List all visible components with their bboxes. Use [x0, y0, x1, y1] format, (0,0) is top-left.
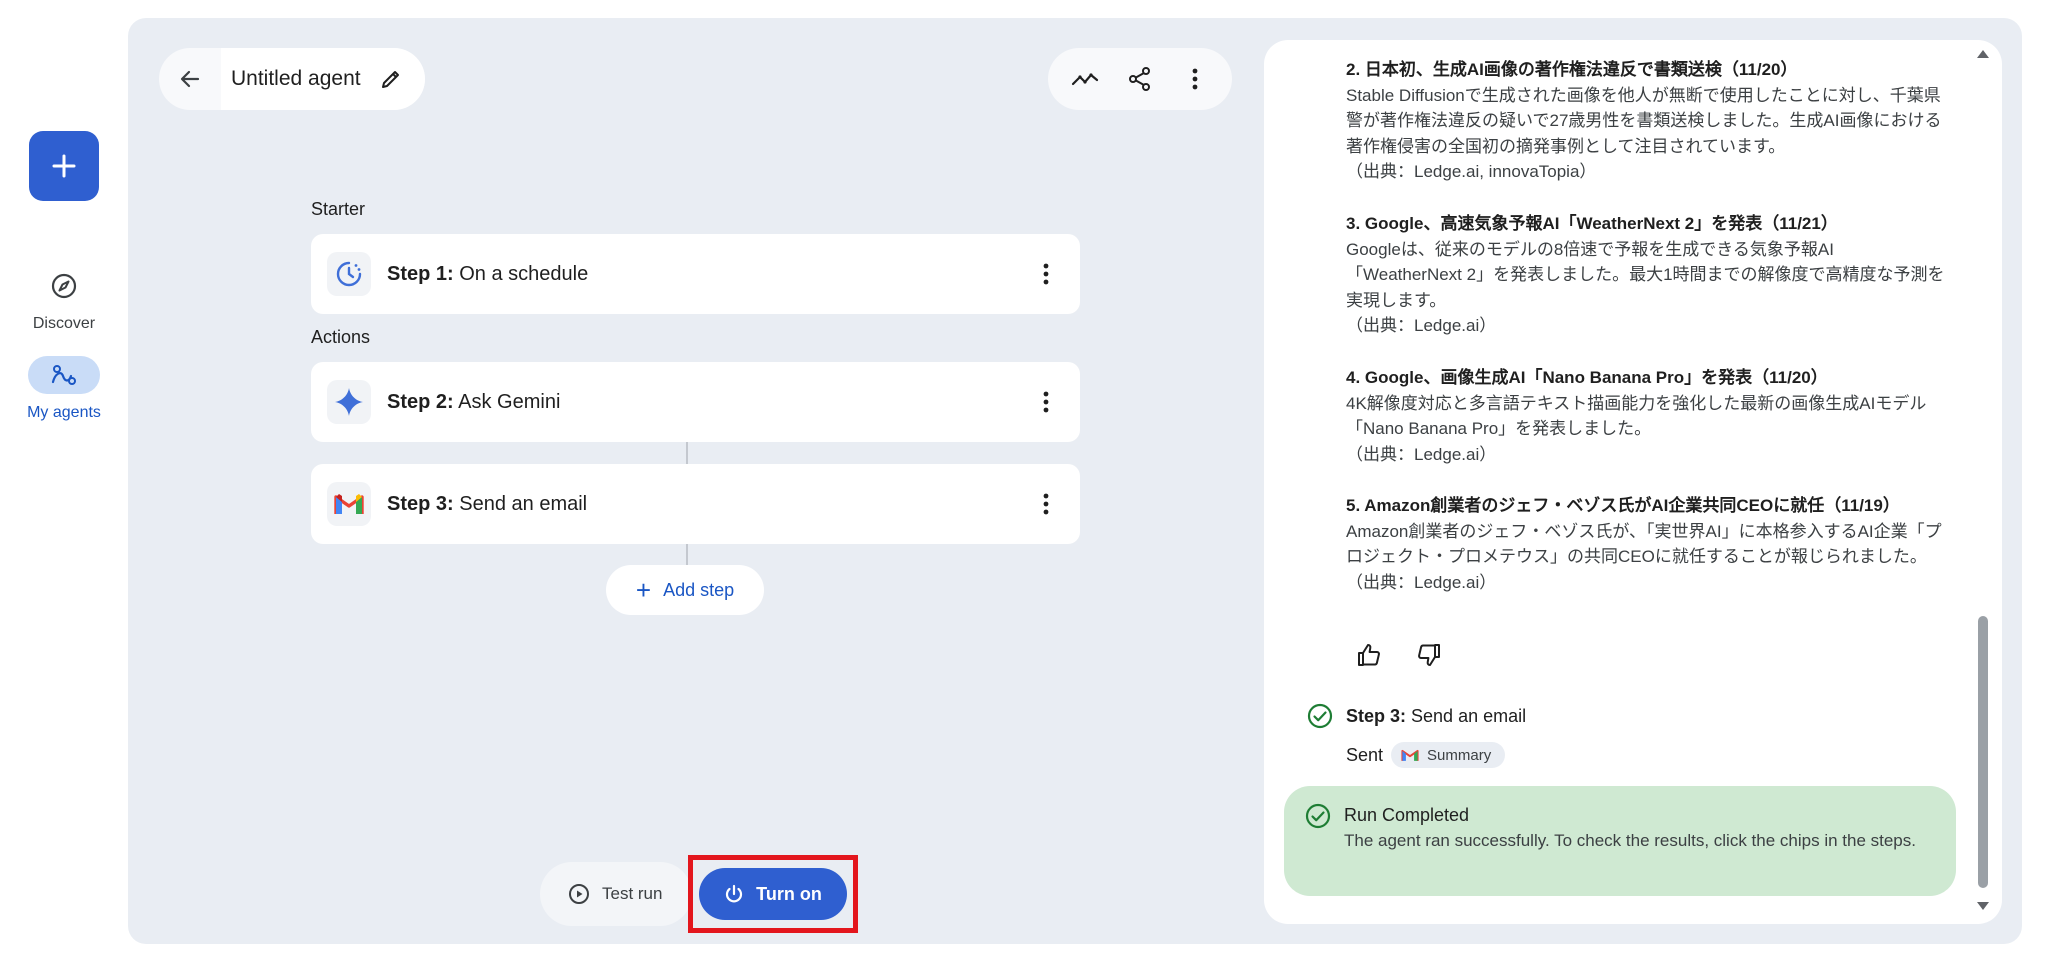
- title-bar: Untitled agent: [159, 48, 425, 110]
- turn-on-button[interactable]: Turn on: [699, 868, 847, 920]
- more-vert-icon: [1192, 68, 1198, 90]
- news-item: 5. Amazon創業者のジェフ・ベゾス氏がAI企業共同CEOに就任（11/19…: [1346, 493, 1946, 595]
- starter-label: Starter: [311, 199, 366, 219]
- panel-scrollbar[interactable]: [1976, 50, 1990, 910]
- actions-label: Actions: [311, 327, 371, 347]
- news-source: （出典：Ledge.ai）: [1346, 444, 1497, 464]
- activity-button[interactable]: [1063, 57, 1107, 101]
- step-1-more-button[interactable]: [1028, 256, 1064, 292]
- share-button[interactable]: [1118, 57, 1162, 101]
- run-controls: Test run: [540, 862, 693, 926]
- pencil-icon[interactable]: [379, 67, 403, 91]
- gmail-icon: [327, 482, 371, 526]
- step-card-ask-gemini[interactable]: Step 2: Ask Gemini: [311, 362, 1080, 442]
- thumbs-up-icon: [1358, 644, 1380, 666]
- step-2-more-button[interactable]: [1028, 384, 1064, 420]
- turn-on-highlight: Turn on: [688, 855, 858, 933]
- run-completed-title: Run Completed: [1344, 805, 1470, 825]
- news-item: 2. 日本初、生成AI画像の著作権法違反で書類送検（11/20） Stable …: [1346, 57, 1946, 185]
- gemini-sparkle-icon: [327, 380, 371, 424]
- play-circle-icon: [569, 884, 589, 904]
- scroll-down-arrow-icon[interactable]: [1977, 902, 1989, 910]
- agent-title-field[interactable]: Untitled agent: [221, 48, 425, 110]
- news-body: Stable Diffusionで生成された画像を他人が無断で使用したことに対し…: [1346, 85, 1942, 156]
- test-run-label: Test run: [602, 884, 663, 903]
- step-connector: [686, 442, 688, 464]
- add-step-label: Add step: [663, 579, 735, 600]
- share-icon: [1128, 67, 1150, 91]
- step-1-label: Step 1: On a schedule: [387, 262, 589, 285]
- thumbs-up-button[interactable]: [1352, 638, 1386, 672]
- scroll-thumb[interactable]: [1978, 616, 1988, 888]
- step-3-result: Step 3: Send an email Sent Summary: [1306, 702, 1926, 768]
- agent-title: Untitled agent: [231, 67, 361, 90]
- left-rail: Discover My agents: [0, 0, 128, 963]
- nav-my-agents-label: My agents: [27, 404, 101, 421]
- run-completed-description: The agent ran successfully. To check the…: [1344, 831, 1916, 850]
- news-source: （出典：Ledge.ai）: [1346, 316, 1497, 335]
- summary-chip-label: Summary: [1427, 746, 1492, 764]
- news-title: 2. 日本初、生成AI画像の著作権法違反で書類送検（11/20）: [1346, 60, 1798, 79]
- compass-icon: [51, 273, 77, 299]
- more-vert-icon: [1043, 391, 1049, 413]
- step-3-more-button[interactable]: [1028, 486, 1064, 522]
- news-item: 3. Google、高速気象予報AI「WeatherNext 2」を発表（11/…: [1346, 211, 1946, 339]
- news-title: 4. Google、画像生成AI「Nano Banana Pro」を発表（11/…: [1346, 368, 1828, 387]
- news-title: 5. Amazon創業者のジェフ・ベゾス氏がAI企業共同CEOに就任（11/19…: [1346, 496, 1900, 515]
- summary-chip[interactable]: Summary: [1391, 742, 1506, 768]
- more-vert-icon: [1043, 263, 1049, 285]
- thumbs-down-button[interactable]: [1412, 638, 1446, 672]
- nav-discover[interactable]: Discover: [0, 267, 128, 333]
- more-menu-button[interactable]: [1173, 57, 1217, 101]
- arrow-left-icon: [180, 70, 200, 88]
- check-circle-icon: [1305, 803, 1331, 829]
- step-card-schedule[interactable]: Step 1: On a schedule: [311, 234, 1080, 314]
- gmail-icon: [1401, 749, 1419, 761]
- step-card-send-email[interactable]: Step 3: Send an email: [311, 464, 1080, 544]
- news-body: Amazon創業者のジェフ・ベゾス氏が、「実世界AI」に本格参入するAI企業「プ…: [1346, 521, 1942, 567]
- sent-label: Sent: [1346, 744, 1384, 765]
- more-vert-icon: [1043, 493, 1049, 515]
- sent-row: Sent Summary: [1346, 742, 1926, 768]
- news-source: （出典：Ledge.ai, innovaTopia）: [1346, 162, 1597, 181]
- toolbar: [1048, 48, 1232, 110]
- add-step-button[interactable]: + Add step: [606, 565, 764, 615]
- scroll-up-arrow-icon[interactable]: [1977, 50, 1989, 58]
- agents-icon: [51, 365, 76, 385]
- feedback-buttons: [1352, 638, 1446, 672]
- schedule-icon: [327, 252, 371, 296]
- news-source: （出典：Ledge.ai）: [1346, 572, 1497, 592]
- trend-icon: [1072, 73, 1099, 86]
- back-button[interactable]: [159, 48, 221, 110]
- run-results-panel: 2. 日本初、生成AI画像の著作権法違反で書類送検（11/20） Stable …: [1264, 40, 2002, 924]
- turn-on-label: Turn on: [756, 883, 822, 904]
- plus-icon: +: [635, 575, 652, 605]
- plus-icon: [52, 154, 76, 178]
- nav-my-agents[interactable]: My agents: [0, 356, 128, 422]
- new-agent-button[interactable]: [29, 131, 99, 201]
- run-completed-banner: Run Completed The agent ran successfully…: [1284, 786, 1956, 896]
- step-connector: [686, 544, 688, 565]
- step-3-label: Step 3: Send an email: [387, 492, 588, 515]
- power-icon: [726, 884, 743, 903]
- thumbs-down-icon: [1418, 644, 1440, 666]
- news-body: 4K解像度対応と多言語テキスト描画能力を強化した最新の画像生成AIモデル「Nan…: [1346, 393, 1927, 439]
- test-run-button[interactable]: Test run: [546, 868, 686, 920]
- news-body: Googleは、従来のモデルの8倍速で予報を生成できる気象予報AI「Weathe…: [1346, 239, 1945, 310]
- nav-discover-label: Discover: [32, 315, 96, 332]
- check-circle-icon: [1307, 703, 1333, 729]
- news-title: 3. Google、高速気象予報AI「WeatherNext 2」を発表（11/…: [1346, 214, 1838, 233]
- step-2-label: Step 2: Ask Gemini: [387, 390, 561, 413]
- news-item: 4. Google、画像生成AI「Nano Banana Pro」を発表（11/…: [1346, 365, 1946, 467]
- step-3-result-title: Step 3: Send an email: [1346, 705, 1527, 726]
